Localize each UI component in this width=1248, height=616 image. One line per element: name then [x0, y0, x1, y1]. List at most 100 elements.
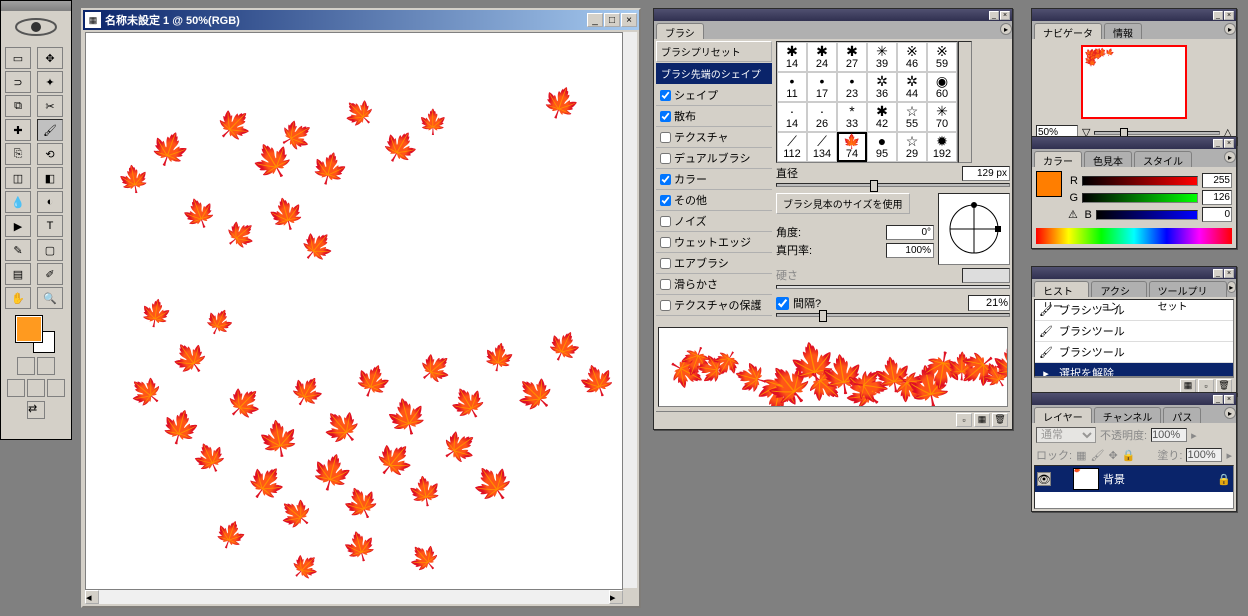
- lock-move-icon[interactable]: ✥: [1108, 449, 1117, 462]
- brush-foot-new[interactable]: ▫: [956, 413, 972, 427]
- scroll-left-button[interactable]: ◂: [85, 590, 99, 604]
- tip-grid-scrollbar[interactable]: [958, 41, 972, 163]
- brush-option-checkbox[interactable]: [660, 237, 671, 248]
- brush-close[interactable]: ×: [1000, 11, 1010, 20]
- close-button[interactable]: ×: [621, 13, 637, 27]
- layers-tab[interactable]: レイヤー: [1034, 407, 1092, 423]
- brush-option-checkbox[interactable]: [660, 258, 671, 269]
- brush-tip-46[interactable]: ※46: [897, 42, 927, 72]
- brush-tip-29[interactable]: ☆29: [897, 132, 927, 162]
- brush-option-10[interactable]: テクスチャの保護: [656, 295, 772, 316]
- brush-tip-17[interactable]: •17: [807, 72, 837, 102]
- screen-mode-3[interactable]: [47, 379, 65, 397]
- brush-preset-item[interactable]: ブラシプリセット: [656, 41, 772, 62]
- use-sample-size-button[interactable]: ブラシ見本のサイズを使用: [776, 193, 910, 214]
- brush-foot-btn2[interactable]: ▦: [974, 413, 990, 427]
- document-canvas[interactable]: 🍁🍁🍁🍁🍁🍁🍁🍁🍁🍁🍁🍁🍁🍁🍁🍁🍁🍁🍁🍁🍁🍁🍁🍁🍁🍁🍁🍁🍁🍁🍁🍁🍁🍁🍁🍁🍁🍁🍁🍁…: [85, 32, 623, 590]
- roundness-input[interactable]: [886, 243, 934, 258]
- hist-foot-2[interactable]: ▫: [1198, 379, 1214, 393]
- crop-tool[interactable]: ⧉: [5, 95, 31, 117]
- brush-tip-42[interactable]: ✱42: [867, 102, 897, 132]
- toolbox-header[interactable]: [1, 1, 71, 11]
- brush-option-9[interactable]: 滑らかさ: [656, 274, 772, 295]
- brush-option-0[interactable]: シェイプ: [656, 85, 772, 106]
- lock-transparency-icon[interactable]: ▦: [1076, 449, 1086, 462]
- r-slider[interactable]: [1082, 176, 1198, 186]
- brush-option-checkbox[interactable]: [660, 279, 671, 290]
- path-select-tool[interactable]: ▶: [5, 215, 31, 237]
- layers-menu[interactable]: ▸: [1224, 407, 1236, 419]
- brush-tip-112[interactable]: ⟋112: [777, 132, 807, 162]
- brush-option-4[interactable]: カラー: [656, 169, 772, 190]
- notes-tool[interactable]: ▤: [5, 263, 31, 285]
- layer-thumbnail[interactable]: 🍁🍁🍁🍁🍁🍁🍁🍁: [1073, 468, 1099, 490]
- spacing-checkbox[interactable]: [776, 297, 789, 310]
- brush-tip-134[interactable]: ⟋134: [807, 132, 837, 162]
- b-input[interactable]: [1202, 207, 1232, 222]
- jump-button[interactable]: ⇄: [27, 401, 45, 419]
- brush-tip-39[interactable]: ✳39: [867, 42, 897, 72]
- b-slider[interactable]: [1096, 210, 1198, 220]
- brush-tip-shape-item[interactable]: ブラシ先端のシェイプ: [656, 63, 772, 84]
- color-fg-swatch[interactable]: [1036, 171, 1062, 197]
- angle-input[interactable]: [886, 225, 934, 240]
- brush-tip-26[interactable]: ·26: [807, 102, 837, 132]
- magic-wand-tool[interactable]: ✦: [37, 71, 63, 93]
- brush-option-checkbox[interactable]: [660, 195, 671, 206]
- layer-item-background[interactable]: 👁 🍁🍁🍁🍁🍁🍁🍁🍁 背景 🔒: [1035, 466, 1233, 492]
- g-slider[interactable]: [1082, 193, 1198, 203]
- history-item[interactable]: 🖌ブラシツール: [1035, 321, 1233, 342]
- zoom-tool[interactable]: 🔍: [37, 287, 63, 309]
- screen-mode-2[interactable]: [27, 379, 45, 397]
- layers-min[interactable]: _: [1213, 395, 1223, 404]
- zoom-slider[interactable]: [1094, 131, 1219, 135]
- type-tool[interactable]: T: [37, 215, 63, 237]
- brush-tool[interactable]: 🖌: [37, 119, 63, 141]
- move-tool[interactable]: ✥: [37, 47, 63, 69]
- hist-close[interactable]: ×: [1224, 269, 1234, 278]
- brush-option-checkbox[interactable]: [660, 174, 671, 185]
- brush-option-5[interactable]: その他: [656, 190, 772, 211]
- pen-tool[interactable]: ✎: [5, 239, 31, 261]
- brush-option-checkbox[interactable]: [660, 90, 671, 101]
- h-scroll-track[interactable]: [99, 590, 609, 604]
- brush-option-2[interactable]: テクスチャ: [656, 127, 772, 148]
- history-item[interactable]: 🖌ブラシツール: [1035, 342, 1233, 363]
- toolpresets-tab[interactable]: ツールプリセット: [1149, 281, 1227, 297]
- brush-option-1[interactable]: 散布: [656, 106, 772, 127]
- hand-tool[interactable]: ✋: [5, 287, 31, 309]
- info-tab[interactable]: 情報: [1104, 23, 1142, 39]
- healing-tool[interactable]: ✚: [5, 119, 31, 141]
- brush-tip-59[interactable]: ※59: [927, 42, 957, 72]
- marquee-tool[interactable]: ▭: [5, 47, 31, 69]
- brush-panel-header[interactable]: _ ×: [654, 9, 1012, 21]
- brush-tip-60[interactable]: ◉60: [927, 72, 957, 102]
- eyedropper-tool[interactable]: ✐: [37, 263, 63, 285]
- color-min[interactable]: _: [1213, 139, 1223, 148]
- actions-tab[interactable]: アクション: [1091, 281, 1146, 297]
- color-menu[interactable]: ▸: [1224, 151, 1236, 163]
- color-tab[interactable]: カラー: [1034, 151, 1082, 167]
- layers-close[interactable]: ×: [1224, 395, 1234, 404]
- brush-tip-33[interactable]: *33: [837, 102, 867, 132]
- brush-tip-192[interactable]: ✹192: [927, 132, 957, 162]
- eraser-tool[interactable]: ◫: [5, 167, 31, 189]
- visibility-toggle-icon[interactable]: 👁: [1037, 472, 1051, 486]
- r-input[interactable]: [1202, 173, 1232, 188]
- history-tab[interactable]: ヒストリー: [1034, 281, 1089, 297]
- brush-tip-14[interactable]: ·14: [777, 102, 807, 132]
- brush-option-checkbox[interactable]: [660, 300, 671, 311]
- gradient-tool[interactable]: ◧: [37, 167, 63, 189]
- standard-mode-button[interactable]: [17, 357, 35, 375]
- brush-tip-70[interactable]: ✳70: [927, 102, 957, 132]
- scroll-right-button[interactable]: ▸: [609, 590, 623, 604]
- minimize-button[interactable]: _: [587, 13, 603, 27]
- color-header[interactable]: _×: [1032, 137, 1236, 149]
- brush-option-6[interactable]: ノイズ: [656, 211, 772, 232]
- brush-tip-23[interactable]: •23: [837, 72, 867, 102]
- navigator-tab[interactable]: ナビゲータ: [1034, 23, 1102, 39]
- brush-tip-24[interactable]: ✱24: [807, 42, 837, 72]
- styles-tab[interactable]: スタイル: [1134, 151, 1192, 167]
- hist-foot-trash[interactable]: 🗑: [1216, 379, 1232, 393]
- brush-tab[interactable]: ブラシ: [656, 23, 704, 39]
